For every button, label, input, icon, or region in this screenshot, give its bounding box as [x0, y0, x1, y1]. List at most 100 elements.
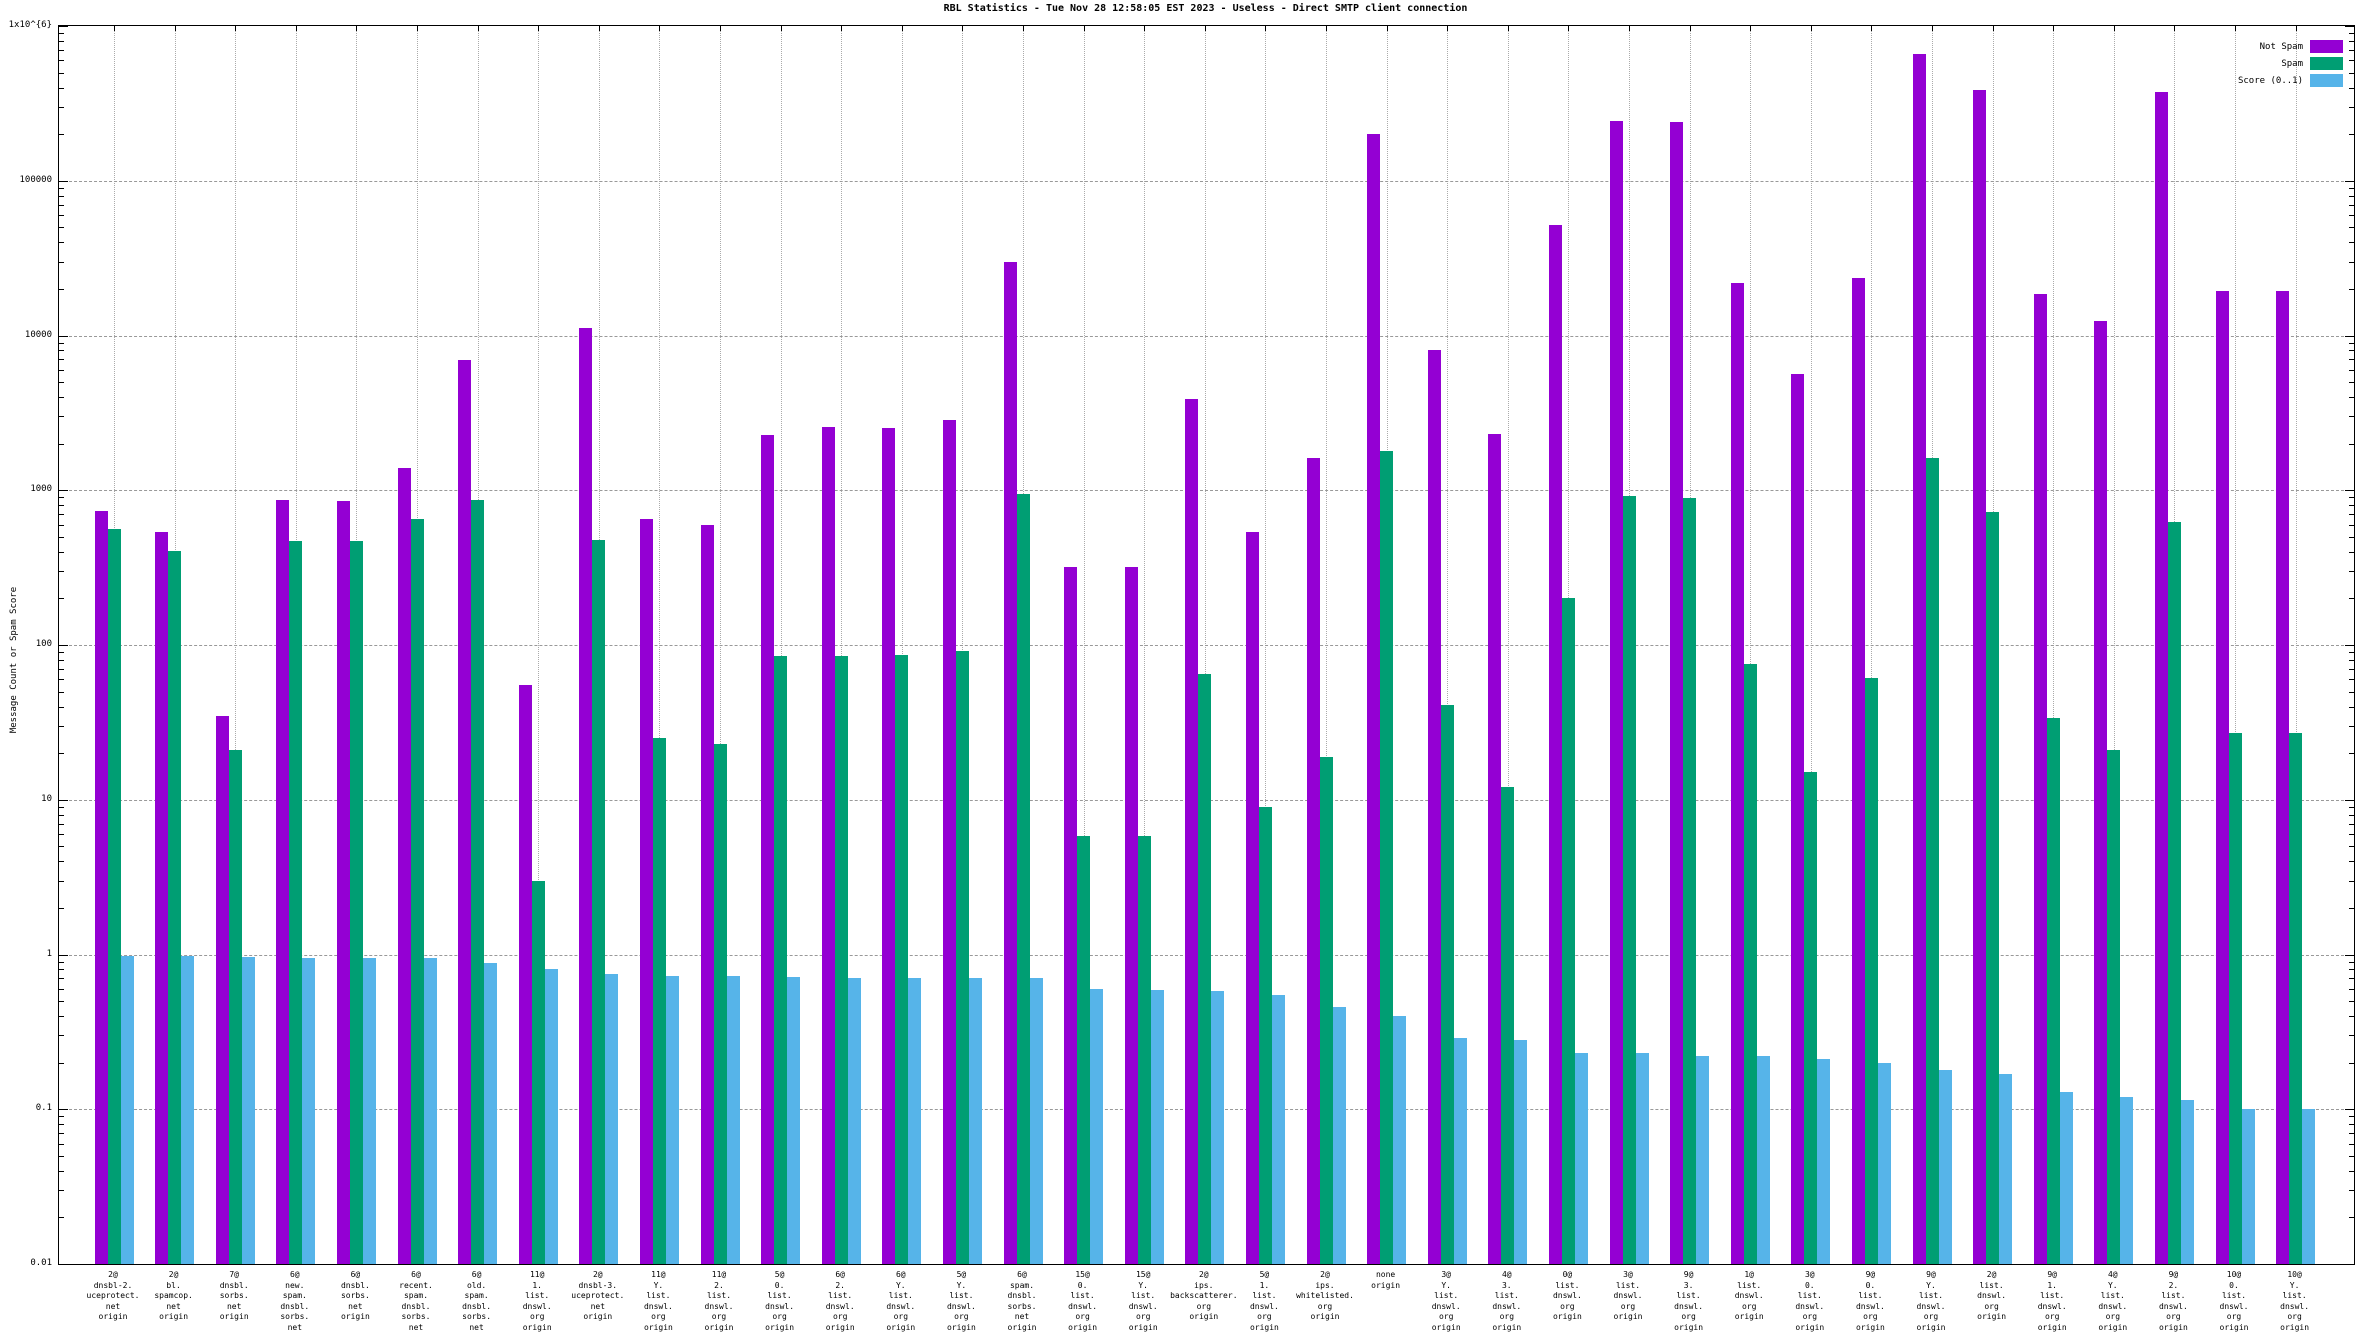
bar-spam [955, 650, 969, 1264]
x-tick-top [1507, 26, 1509, 31]
y-tick-label: 100 [35, 639, 52, 649]
y-minor-tick [2349, 1001, 2354, 1003]
y-minor-tick [2349, 725, 2354, 727]
x-tick-top [538, 26, 540, 31]
y-major-tick [59, 26, 68, 27]
y-minor-tick [2349, 514, 2354, 516]
y-minor-tick [2349, 668, 2354, 670]
legend-item-score: Score (0..1) [2100, 74, 2353, 87]
x-tick-top [295, 26, 297, 31]
bar-score [544, 969, 558, 1264]
y-tick-label: 100000 [19, 174, 52, 185]
bar-score [1696, 1056, 1710, 1264]
y-minor-tick [2349, 106, 2354, 108]
y-major-tick [59, 335, 68, 337]
x-tick-top [1689, 26, 1691, 31]
y-minor-tick [2349, 134, 2354, 136]
y-minor-tick [59, 514, 64, 516]
y-minor-tick [2349, 551, 2354, 553]
y-major-tick [59, 180, 68, 182]
y-minor-tick [2349, 1143, 2354, 1145]
bar-spam [1319, 756, 1333, 1264]
x-tick-top [235, 26, 237, 31]
x-tick-top [780, 26, 782, 31]
bar-not-spam [2033, 293, 2047, 1264]
y-axis-title: Message Count or Spam Score [9, 586, 19, 734]
y-minor-tick [59, 1116, 64, 1118]
y-minor-tick [59, 350, 64, 352]
y-minor-tick [59, 598, 64, 600]
y-minor-tick [59, 668, 64, 670]
x-tick-top [2235, 26, 2236, 31]
y-minor-tick [2349, 215, 2354, 217]
bar-not-spam [2094, 321, 2108, 1264]
y-major-tick [2345, 954, 2354, 956]
y-major-tick [59, 645, 68, 646]
y-minor-tick [2349, 359, 2354, 361]
bar-spam [2228, 732, 2242, 1264]
bar-not-spam [1609, 120, 1623, 1264]
bar-not-spam [1367, 134, 1381, 1264]
bar-not-spam [458, 360, 472, 1264]
y-minor-tick [59, 215, 64, 217]
bar-score [665, 975, 679, 1264]
bar-score [908, 978, 922, 1264]
bar-not-spam [2215, 290, 2229, 1264]
y-tick-label: 0.01 [30, 1258, 52, 1268]
y-minor-tick [2349, 443, 2354, 445]
y-minor-tick [59, 227, 64, 229]
bar-score [2241, 1109, 2255, 1264]
bar-spam [2167, 522, 2181, 1264]
y-minor-tick [2349, 33, 2354, 35]
x-tick-top [1750, 26, 1752, 31]
y-minor-tick [59, 725, 64, 727]
y-minor-tick [2349, 834, 2354, 836]
x-tick-top [1023, 26, 1024, 31]
y-minor-tick [59, 40, 64, 42]
y-minor-tick [2349, 187, 2354, 189]
bar-spam [1925, 457, 1939, 1264]
y-minor-tick [2349, 397, 2354, 399]
bar-spam [895, 655, 909, 1264]
y-minor-tick [59, 1190, 64, 1192]
bar-spam [349, 540, 363, 1264]
y-major-tick [2345, 26, 2354, 27]
y-minor-tick [2349, 814, 2354, 816]
bar-score [1271, 994, 1285, 1264]
bar-not-spam [336, 501, 350, 1264]
y-minor-tick [59, 382, 64, 384]
y-minor-tick [2349, 969, 2354, 971]
bar-spam [2289, 732, 2303, 1264]
y-major-tick [59, 1264, 68, 1265]
bar-score [1393, 1016, 1407, 1264]
bar-score [726, 975, 740, 1264]
y-tick-label: 0.1 [35, 1103, 52, 1114]
y-major-tick [2345, 180, 2354, 182]
y-minor-tick [59, 416, 64, 418]
y-minor-tick [2349, 1035, 2354, 1037]
bar-score [1090, 988, 1104, 1264]
y-minor-tick [59, 106, 64, 108]
y-minor-tick [2349, 1190, 2354, 1192]
bar-score [1453, 1037, 1467, 1264]
y-minor-tick [59, 87, 64, 89]
y-minor-tick [2349, 87, 2354, 89]
y-minor-tick [59, 814, 64, 816]
y-minor-tick [59, 753, 64, 755]
y-minor-tick [59, 369, 64, 371]
y-minor-tick [2349, 524, 2354, 526]
y-minor-tick [59, 1001, 64, 1003]
bar-not-spam [1185, 398, 1199, 1264]
y-minor-tick [2349, 880, 2354, 882]
x-tick-top [962, 26, 964, 31]
y-minor-tick [59, 806, 64, 808]
y-minor-tick [59, 652, 64, 654]
bar-score [241, 957, 255, 1264]
plot-area [58, 25, 2355, 1265]
y-major-tick [2345, 335, 2354, 337]
y-minor-tick [2349, 497, 2354, 499]
y-minor-tick [2349, 753, 2354, 755]
y-minor-tick [59, 397, 64, 399]
bar-spam [1380, 451, 1394, 1264]
x-tick-top [2174, 26, 2176, 31]
